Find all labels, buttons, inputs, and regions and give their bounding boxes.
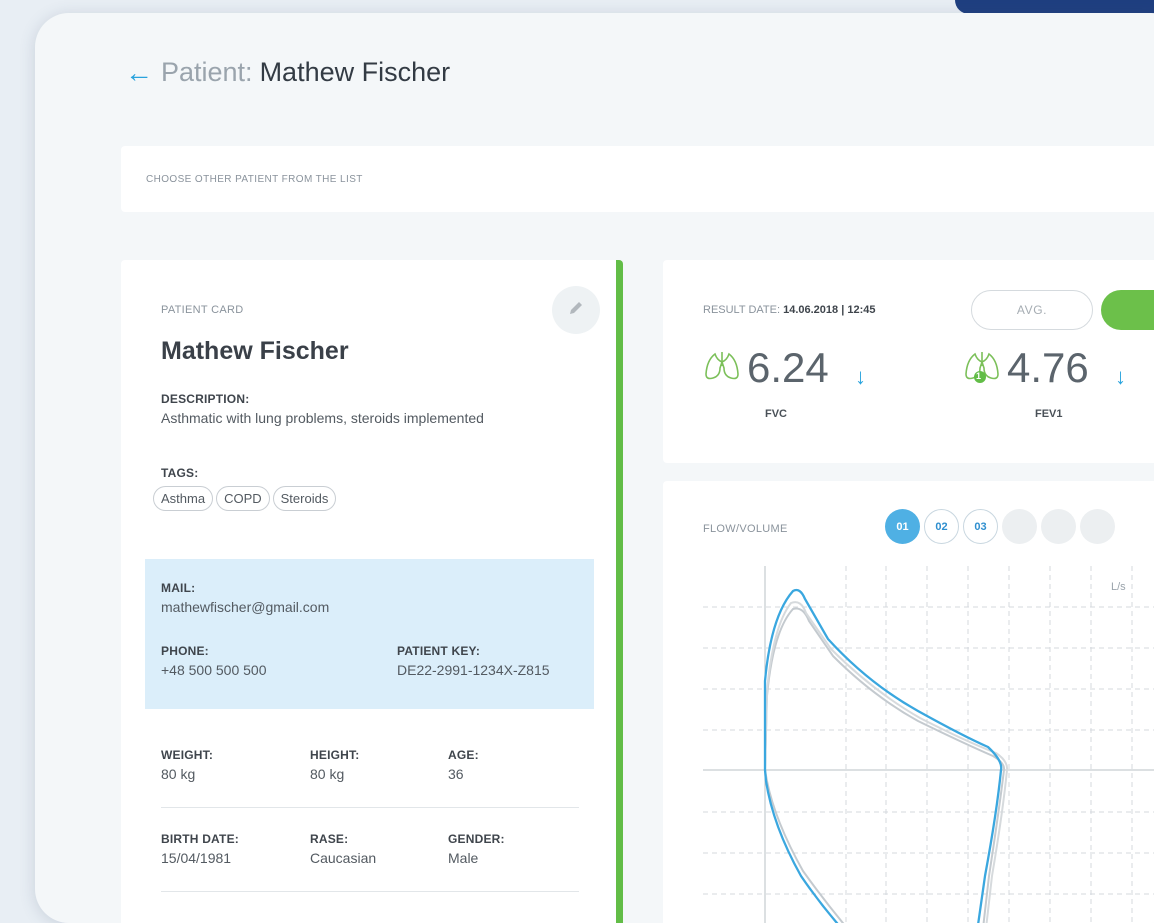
result-date: RESULT DATE: 14.06.2018 | 12:45 bbox=[703, 304, 875, 316]
tags-section: TAGS: Asthma COPD Steroids bbox=[153, 466, 336, 511]
contact-section: MAIL: mathewfischer@gmail.com PHONE: +48… bbox=[145, 559, 594, 709]
phone-label: PHONE: bbox=[161, 644, 267, 658]
unit-label: L/s bbox=[1111, 581, 1126, 593]
page-title-prefix: Patient: bbox=[161, 57, 253, 88]
stats-row-body: WEIGHT: 80 kg HEIGHT: 80 kg AGE: 36 bbox=[161, 748, 579, 808]
trial-01-curve-lower bbox=[765, 770, 853, 923]
age-label: AGE: bbox=[448, 748, 479, 762]
arrow-down-icon: ↓ bbox=[1115, 364, 1126, 390]
height-value: 80 kg bbox=[310, 766, 359, 782]
flow-volume-card: FLOW/VOLUME 01 02 03 bbox=[663, 481, 1154, 923]
fvc-metric: 6.24 ↓ FVC bbox=[703, 344, 923, 444]
page-title-name: Mathew Fischer bbox=[260, 57, 451, 88]
description-value: Asthmatic with lung problems, steroids i… bbox=[161, 410, 484, 426]
weight-field: WEIGHT: 80 kg bbox=[161, 748, 213, 782]
gender-label: GENDER: bbox=[448, 832, 505, 846]
fev1-badge: 1 bbox=[976, 371, 981, 381]
flow-volume-plot: L/s bbox=[663, 481, 1154, 923]
birth-date-value: 15/04/1981 bbox=[161, 850, 239, 866]
patient-key-value: DE22-2991-1234X-Z815 bbox=[397, 662, 550, 678]
tags-list: Asthma COPD Steroids bbox=[153, 486, 336, 511]
height-field: HEIGHT: 80 kg bbox=[310, 748, 359, 782]
patient-key-field: PATIENT KEY: DE22-2991-1234X-Z815 bbox=[397, 644, 550, 678]
height-label: HEIGHT: bbox=[310, 748, 359, 762]
race-label: RASE: bbox=[310, 832, 376, 846]
choose-patient-dropdown[interactable]: CHOOSE OTHER PATIENT FROM THE LIST bbox=[121, 146, 1154, 212]
tag-copd[interactable]: COPD bbox=[216, 486, 270, 511]
fvc-label: FVC bbox=[765, 408, 787, 420]
gender-field: GENDER: Male bbox=[448, 832, 505, 866]
weight-value: 80 kg bbox=[161, 766, 213, 782]
choose-patient-label: CHOOSE OTHER PATIENT FROM THE LIST bbox=[146, 174, 363, 185]
plot-grid bbox=[703, 566, 1154, 923]
patient-name: Mathew Fischer bbox=[161, 337, 349, 366]
mail-label: MAIL: bbox=[161, 581, 329, 595]
phone-value: +48 500 500 500 bbox=[161, 662, 267, 678]
lungs-icon bbox=[963, 350, 1001, 389]
result-date-value: 14.06.2018 | 12:45 bbox=[783, 304, 875, 316]
description-section: DESCRIPTION: Asthmatic with lung problem… bbox=[161, 392, 484, 426]
gender-value: Male bbox=[448, 850, 505, 866]
page-header: ← Patient: Mathew Fischer bbox=[125, 57, 450, 88]
lungs-icon bbox=[703, 350, 741, 389]
corner-accent bbox=[955, 0, 1154, 14]
description-label: DESCRIPTION: bbox=[161, 392, 484, 406]
phone-field: PHONE: +48 500 500 500 bbox=[161, 644, 267, 678]
fev1-label: FEV1 bbox=[1035, 408, 1063, 420]
birth-date-label: BIRTH DATE: bbox=[161, 832, 239, 846]
age-field: AGE: 36 bbox=[448, 748, 479, 782]
best-toggle-button[interactable]: B bbox=[1101, 290, 1154, 330]
pencil-icon bbox=[568, 300, 584, 321]
age-value: 36 bbox=[448, 766, 479, 782]
tags-label: TAGS: bbox=[153, 466, 336, 480]
back-arrow-icon[interactable]: ← bbox=[125, 58, 153, 88]
tag-steroids[interactable]: Steroids bbox=[273, 486, 337, 511]
tag-asthma[interactable]: Asthma bbox=[153, 486, 213, 511]
stats-row-personal: BIRTH DATE: 15/04/1981 RASE: Caucasian G… bbox=[161, 832, 579, 892]
race-field: RASE: Caucasian bbox=[310, 832, 376, 866]
result-card: RESULT DATE: 14.06.2018 | 12:45 AVG. B 6… bbox=[663, 260, 1154, 463]
result-date-label: RESULT DATE: bbox=[703, 304, 780, 316]
birth-date-field: BIRTH DATE: 15/04/1981 bbox=[161, 832, 239, 866]
edit-button[interactable] bbox=[552, 286, 600, 334]
mail-value[interactable]: mathewfischer@gmail.com bbox=[161, 599, 329, 615]
app-window: ← Patient: Mathew Fischer CHOOSE OTHER P… bbox=[35, 13, 1154, 923]
trial-02-curve-lower bbox=[765, 770, 858, 923]
avg-toggle-button[interactable]: AVG. bbox=[971, 290, 1093, 330]
weight-label: WEIGHT: bbox=[161, 748, 213, 762]
fev1-value: 4.76 bbox=[1007, 344, 1089, 392]
patient-card: PATIENT CARD Mathew Fischer DESCRIPTION:… bbox=[121, 260, 623, 923]
arrow-down-icon: ↓ bbox=[855, 364, 866, 390]
race-value: Caucasian bbox=[310, 850, 376, 866]
fev1-metric: 1 4.76 ↓ FEV1 bbox=[963, 344, 1154, 444]
mail-field: MAIL: mathewfischer@gmail.com bbox=[161, 581, 329, 615]
patient-key-label: PATIENT KEY: bbox=[397, 644, 550, 658]
fvc-value: 6.24 bbox=[747, 344, 829, 392]
patient-card-label: PATIENT CARD bbox=[161, 304, 243, 316]
